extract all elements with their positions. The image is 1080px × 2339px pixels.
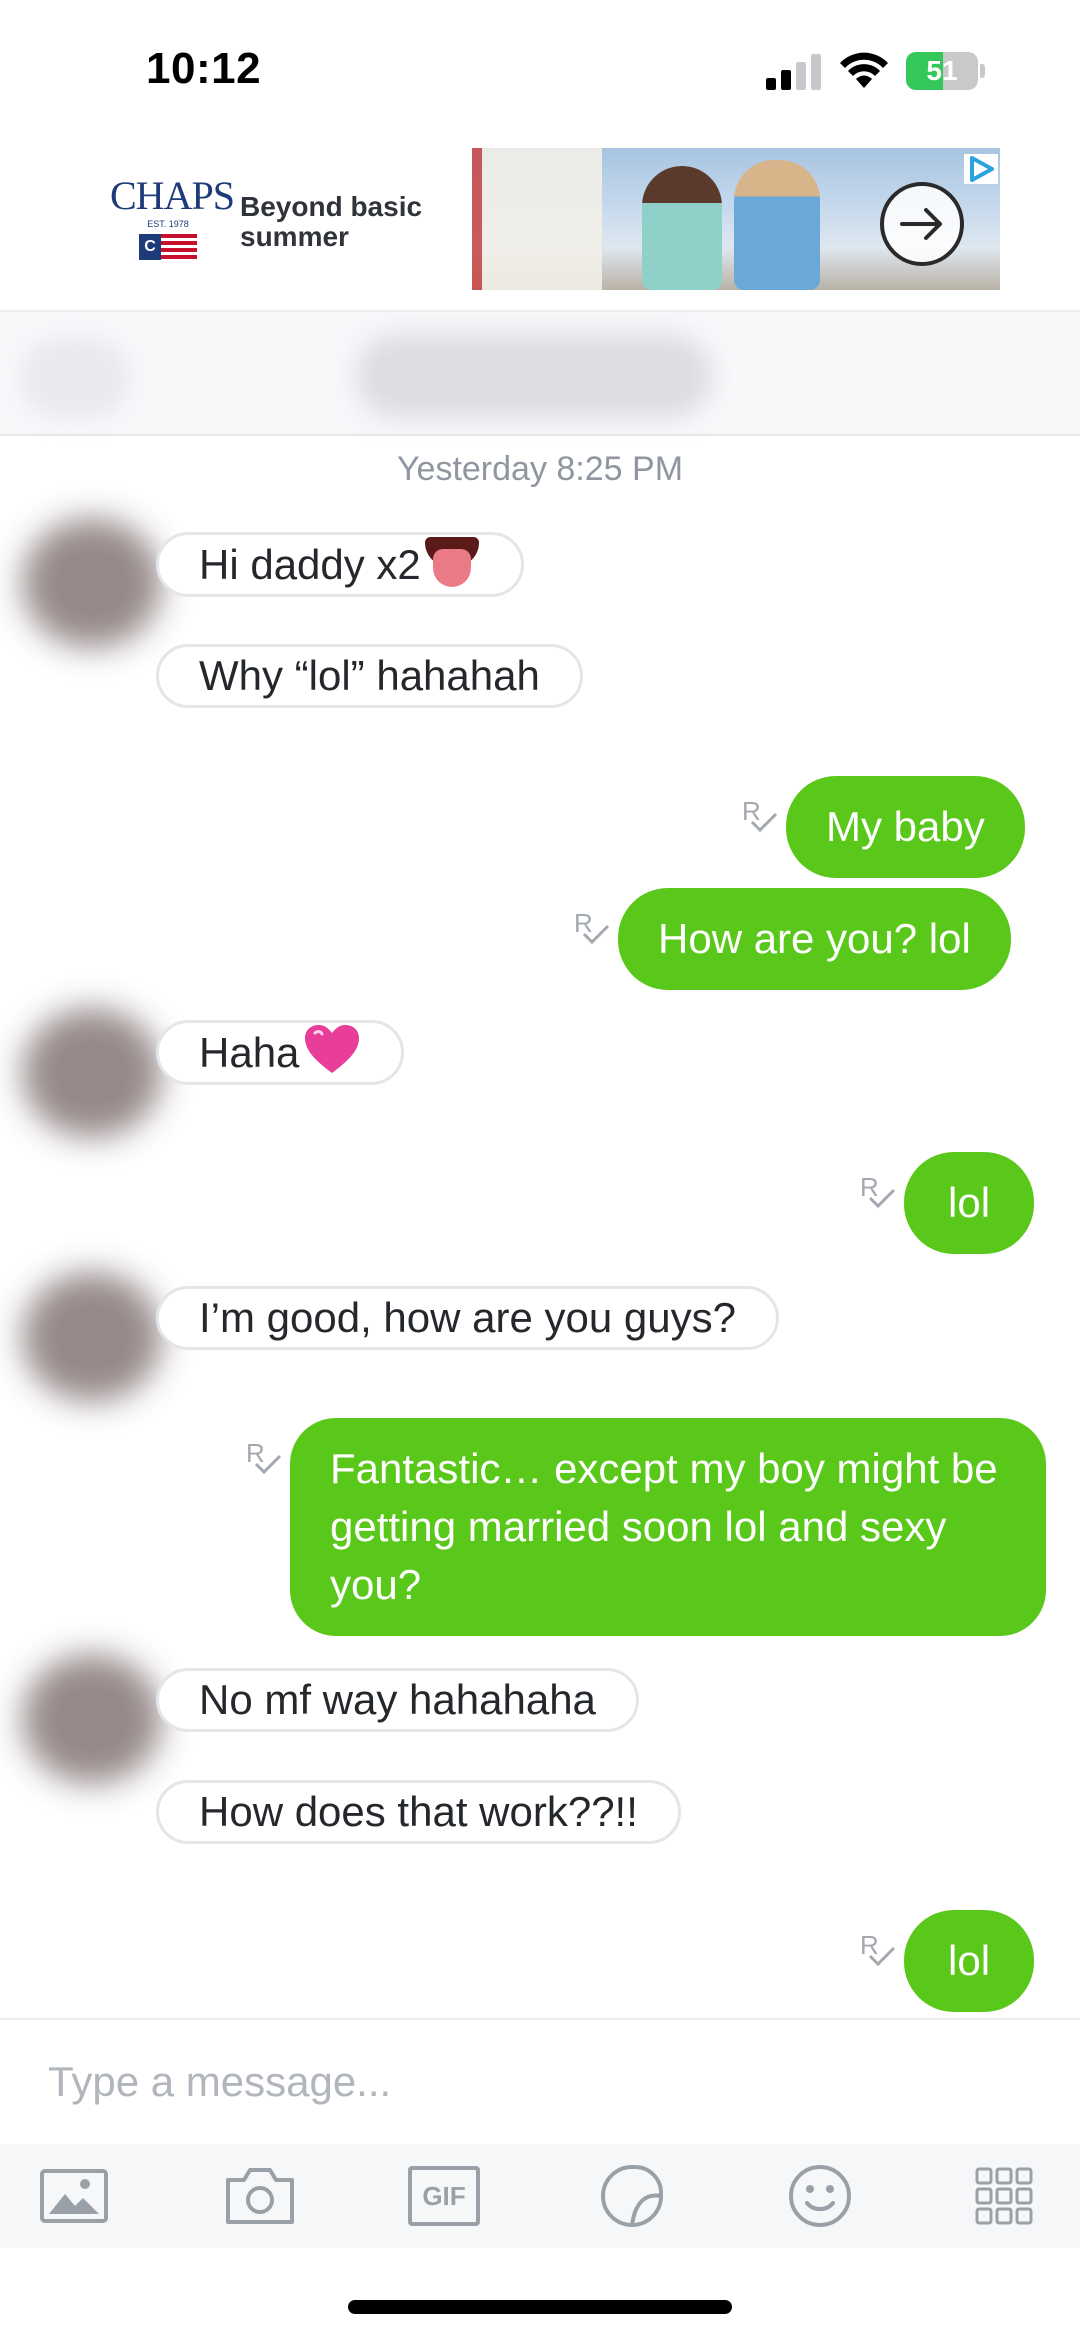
message-text: How does that work??!! [199,1788,638,1835]
message-bubble-outgoing[interactable]: My baby [786,776,1025,878]
more-grid-icon[interactable] [966,2158,1042,2234]
message-text: Haha [199,1029,300,1076]
back-button[interactable] [20,338,130,418]
message-text: How are you? lol [658,915,971,962]
tongue-emoji [423,535,481,589]
message-composer [0,2018,1080,2144]
wifi-icon [840,52,888,88]
message-bubble-incoming[interactable]: Hi daddy x2 [156,532,524,597]
message-timestamp: Yesterday 8:25 PM [396,450,684,488]
message-bubble-incoming[interactable]: How does that work??!! [156,1780,681,1844]
message-text: lol [948,1179,991,1226]
avatar[interactable] [22,1272,162,1402]
chat-header [0,310,1080,436]
read-receipt-icon: R [574,910,614,954]
message-bubble-outgoing[interactable]: How are you? lol [618,888,1011,990]
status-time: 10:12 [146,44,262,93]
message-bubble-outgoing[interactable]: lol [904,1152,1035,1254]
message-bubble-incoming[interactable]: Haha [156,1020,405,1085]
read-receipt-icon: R [246,1440,286,1484]
message-text: lol [948,1937,991,1984]
heart-emoji [305,1025,360,1073]
ad-image[interactable] [472,148,1000,290]
message-bubble-incoming[interactable]: No mf way hahahaha [156,1668,639,1732]
read-receipt-icon: R [860,1932,900,1976]
home-indicator[interactable] [348,2300,732,2314]
message-bubble-outgoing[interactable]: lol [904,1910,1035,2012]
emoji-icon[interactable] [782,2158,858,2234]
message-text: My baby [826,803,985,850]
avatar[interactable] [22,518,162,648]
message-text: Fantastic… except my boy might be gettin… [330,1445,998,1608]
sticker-icon[interactable] [594,2158,670,2234]
message-list[interactable]: Yesterday 8:25 PM Hi daddy x2 Why “lol” … [0,436,1080,2018]
contact-name-redacted [356,334,712,418]
ad-banner[interactable]: CHAPS EST. 1978 C Beyond basic summer [0,140,1080,310]
message-text: I’m good, how are you guys? [199,1294,736,1341]
ad-brand-name: CHAPS [110,173,235,218]
avatar[interactable] [22,1654,162,1784]
ad-flag-icon: C [139,234,197,260]
read-receipt-icon: R [742,798,782,842]
message-bubble-outgoing[interactable]: Fantastic… except my boy might be gettin… [290,1418,1046,1636]
ad-brand-logo: CHAPS EST. 1978 C [110,173,235,260]
gif-label: GIF [422,2180,466,2211]
arrow-right-icon[interactable] [880,182,964,266]
battery-percent: 51 [926,55,958,86]
home-area [0,2248,1080,2339]
battery-icon: 51 [906,52,985,90]
message-text: No mf way hahahaha [199,1676,596,1723]
gif-icon[interactable]: GIF [408,2166,480,2226]
ad-tagline: Beyond basic summer [240,191,423,252]
status-bar: 10:12 51 [0,0,1080,140]
adchoices-icon[interactable] [964,154,998,184]
message-input[interactable] [48,2044,1028,2120]
image-icon[interactable] [36,2158,112,2234]
cellular-signal-icon [766,54,821,90]
read-receipt-icon: R [860,1174,900,1218]
message-text: Why “lol” hahahah [199,652,540,699]
avatar[interactable] [22,1008,162,1138]
attachment-toolbar: GIF [0,2144,1080,2248]
message-bubble-incoming[interactable]: I’m good, how are you guys? [156,1286,779,1350]
camera-icon[interactable] [222,2158,298,2234]
message-bubble-incoming[interactable]: Why “lol” hahahah [156,644,583,708]
ad-brand-est: EST. 1978 [147,219,189,229]
message-text: Hi daddy x2 [199,541,421,588]
